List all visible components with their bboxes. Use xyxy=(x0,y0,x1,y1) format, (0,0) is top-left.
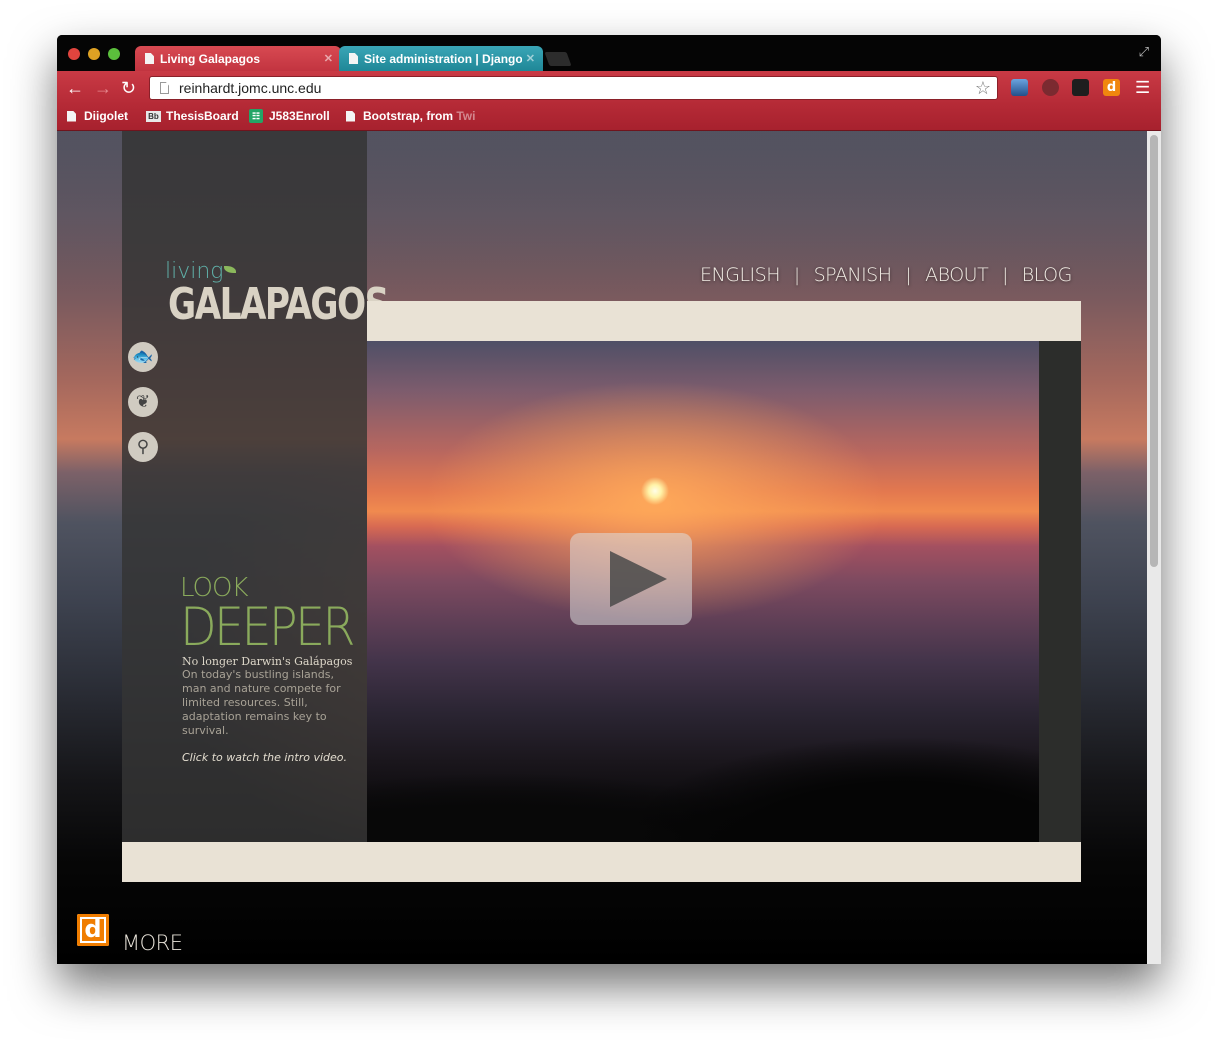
forward-arrow-icon[interactable]: → xyxy=(94,78,112,98)
extension-icon[interactable] xyxy=(1072,79,1089,96)
zoom-window-button[interactable] xyxy=(108,48,120,60)
more-link[interactable]: MORE xyxy=(122,931,183,955)
close-window-button[interactable] xyxy=(68,48,80,60)
bookmark-label: J583Enroll xyxy=(269,109,330,123)
main-nav: ENGLISH | SPANISH | ABOUT | BLOG xyxy=(700,264,1072,286)
blackboard-icon: Bb xyxy=(146,110,161,122)
page-viewport: living GALAPAGOS 🐟 ❦ ⚲ LOOK DEEPER No lo… xyxy=(57,131,1161,964)
new-tab-button[interactable] xyxy=(544,52,572,66)
page-icon xyxy=(160,82,169,94)
tab-title: Site administration | Django xyxy=(364,51,522,66)
leaf-icon[interactable]: ❦ xyxy=(128,387,158,417)
nav-separator: | xyxy=(793,264,800,286)
intro-body: On today's bustling islands, man and nat… xyxy=(182,668,341,737)
video-foreground-rocks xyxy=(367,692,1039,842)
page-icon xyxy=(145,53,154,64)
bottom-panel-bar xyxy=(122,842,1081,882)
bookmark-j583enroll[interactable]: ☷ J583Enroll xyxy=(249,109,330,123)
spreadsheet-icon: ☷ xyxy=(249,109,263,123)
sidebar: living GALAPAGOS 🐟 ❦ ⚲ LOOK DEEPER No lo… xyxy=(122,131,389,842)
play-icon xyxy=(610,551,667,607)
video-side-strip xyxy=(1039,341,1081,842)
fish-icon[interactable]: 🐟 xyxy=(128,342,158,372)
tab-living-galapagos[interactable]: Living Galapagos ✕ xyxy=(135,46,341,71)
intro-tagline: No longer Darwin's Galápagos xyxy=(182,655,353,668)
address-bar[interactable]: reinhardt.jomc.unc.edu ☆ xyxy=(149,76,998,100)
page-icon xyxy=(346,110,355,122)
scrollbar-thumb[interactable] xyxy=(1150,135,1158,567)
bookmark-label: ThesisBoard xyxy=(166,109,239,123)
tab-strip: Living Galapagos ✕ Site administration |… xyxy=(57,35,1161,71)
intro-video[interactable] xyxy=(367,341,1039,842)
bookmarks-bar: Diigolet Bb ThesisBoard ☷ J583Enroll Boo… xyxy=(57,105,1161,131)
top-panel-bar xyxy=(367,301,1081,341)
nav-english[interactable]: ENGLISH xyxy=(700,264,780,286)
tab-title: Living Galapagos xyxy=(160,51,261,66)
bookmark-thesisboard[interactable]: Bb ThesisBoard xyxy=(146,109,239,123)
browser-toolbar: ← → ↻ reinhardt.jomc.unc.edu ☆ d ☰ xyxy=(57,71,1161,105)
bookmark-diigolet[interactable]: Diigolet xyxy=(67,109,128,123)
watch-intro-link[interactable]: Click to watch the intro video. xyxy=(182,751,347,764)
diigo-badge-icon[interactable]: d xyxy=(77,914,109,946)
logo-galapagos[interactable]: GALAPAGOS xyxy=(168,279,389,330)
bookmark-label: Bootstrap, from Twi xyxy=(363,109,476,123)
logo-leaf-icon xyxy=(224,266,236,273)
close-tab-icon[interactable]: ✕ xyxy=(324,52,333,65)
bookmark-label: Diigolet xyxy=(84,109,128,123)
page-icon xyxy=(67,110,76,122)
extension-icon[interactable] xyxy=(1042,79,1059,96)
bookmark-bootstrap[interactable]: Bootstrap, from Twi xyxy=(346,109,478,123)
minimize-window-button[interactable] xyxy=(88,48,100,60)
nav-blog[interactable]: BLOG xyxy=(1022,264,1073,286)
deeper-heading: DEEPER xyxy=(180,597,356,658)
extension-icon[interactable] xyxy=(1011,79,1028,96)
back-arrow-icon[interactable]: ← xyxy=(66,78,84,98)
browser-window: Living Galapagos ✕ Site administration |… xyxy=(57,35,1161,964)
vertical-scrollbar[interactable] xyxy=(1147,131,1161,964)
nav-spanish[interactable]: SPANISH xyxy=(814,264,892,286)
search-icon[interactable]: ⚲ xyxy=(128,432,158,462)
nav-separator: | xyxy=(905,264,912,286)
bookmark-star-icon[interactable]: ☆ xyxy=(975,78,991,99)
close-tab-icon[interactable]: ✕ xyxy=(526,52,535,65)
nav-separator: | xyxy=(1002,264,1008,286)
fullscreen-icon[interactable]: ⤢ xyxy=(1139,44,1149,60)
diigo-extension-icon[interactable]: d xyxy=(1103,79,1120,96)
play-button[interactable] xyxy=(570,533,692,625)
reload-icon[interactable]: ↻ xyxy=(121,78,136,98)
page-icon xyxy=(349,53,358,64)
menu-icon[interactable]: ☰ xyxy=(1135,79,1152,96)
url-text[interactable]: reinhardt.jomc.unc.edu xyxy=(179,80,975,96)
nav-about[interactable]: ABOUT xyxy=(925,264,989,286)
tab-site-administration[interactable]: Site administration | Django ✕ xyxy=(339,46,543,71)
